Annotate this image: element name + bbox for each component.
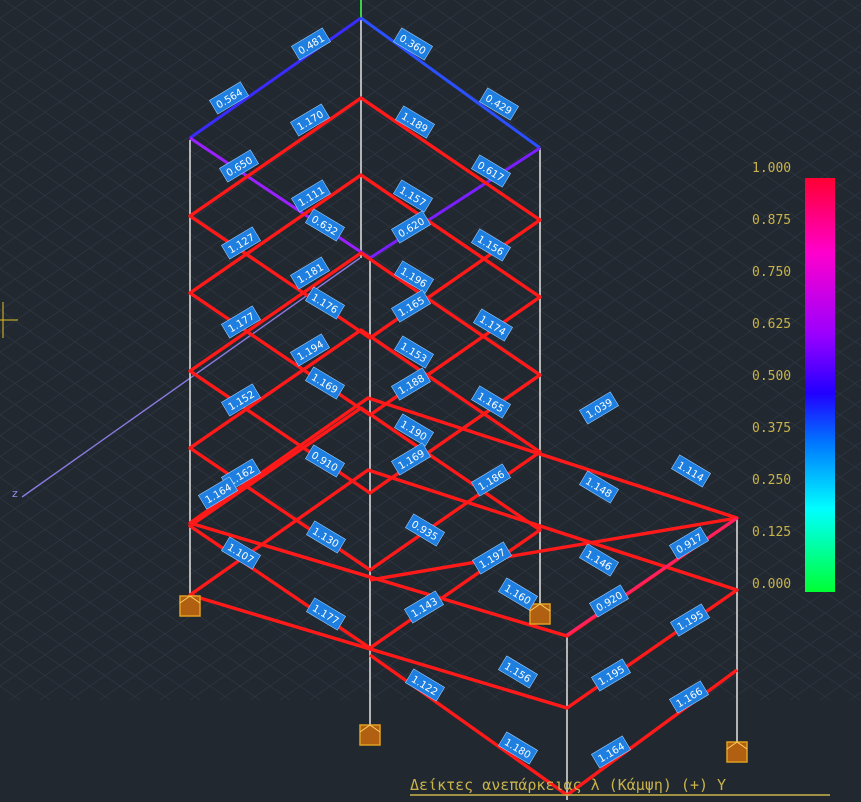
caption-text: Δείκτες ανεπάρκειας λ (Κάμψη) (+) Y [410,776,726,794]
ratio-label: 1.160 [498,577,538,611]
ratio-label: 1.169 [305,366,345,400]
ratio-label: 1.114 [671,454,711,488]
ratio-label: 0.632 [305,208,345,242]
ratio-label: 0.620 [391,210,431,244]
floor-beam [369,653,568,797]
legend-tick-label: 0.500 [752,369,791,384]
view-caption: Δείκτες ανεπάρκειας λ (Κάμψη) (+) Y [410,776,830,796]
z-axis-label: z [12,487,18,500]
ratio-label: 1.194 [290,333,330,367]
floor-beam [188,251,542,495]
legend-tick-label: 0.250 [752,473,791,488]
ratio-label: 1.039 [579,391,619,425]
legend-tick-label: 0.375 [752,421,791,436]
support-icon [179,595,201,617]
support-icon [726,741,748,763]
ratio-label: 1.148 [579,470,619,504]
roof-beam [189,16,362,140]
legend-color-bar [805,178,835,592]
structural-model-view[interactable]: z 0.481 0.3600.564 0.4291.170 1.1890.650 0.6… [0,0,861,802]
ratio-label: 1.177 [306,597,346,631]
legend-tick-label: 0.875 [752,213,791,228]
legend-tick-label: 0.625 [752,317,791,332]
legend-tick-label: 0.125 [752,525,791,540]
ratio-label: 0.650 [219,149,259,183]
model-viewport[interactable]: z 0.481 0.360 0.564 0.429 1.170 1.189 0.650 0.6… [0,0,861,802]
ratio-label: 1.174 [473,308,513,342]
support-icon [529,603,551,625]
ratio-label: 1.156 [498,655,538,689]
legend-ticks: 1.000 0.875 0.750 0.625 0.500 0.375 0.250 0.125… [752,161,791,592]
ratio-label: 1.111 [291,179,331,213]
ratio-label: 0.910 [305,444,345,478]
ratio-label: 0.917 [669,526,709,560]
supports [179,595,748,763]
ratio-label: 0.617 [471,154,511,188]
cursor-crosshair-icon [0,302,18,338]
beams [188,16,739,797]
ratio-label: 1.157 [393,179,433,213]
ratio-label: 1.169 [391,442,431,476]
ratio-label: 0.481 [291,27,331,61]
ratio-label: 1.188 [391,367,431,401]
floor-beam [188,396,739,638]
ratio-label: 1.122 [405,668,445,702]
ratio-label: 0.920 [589,584,629,618]
floor-beam [188,96,542,340]
ratio-label: 1.195 [670,603,710,637]
legend: 1.000 0.875 0.750 0.625 0.500 0.375 0.250 0.125… [752,161,835,592]
legend-tick-label: 0.000 [752,577,791,592]
legend-tick-label: 0.750 [752,265,791,280]
ratio-label: 1.127 [221,226,261,260]
support-icon [359,724,381,746]
ratio-label: 1.186 [471,463,511,497]
legend-tick-label: 1.000 [752,161,791,176]
ratio-label: 1.153 [394,335,434,369]
floor-beam [188,328,542,572]
